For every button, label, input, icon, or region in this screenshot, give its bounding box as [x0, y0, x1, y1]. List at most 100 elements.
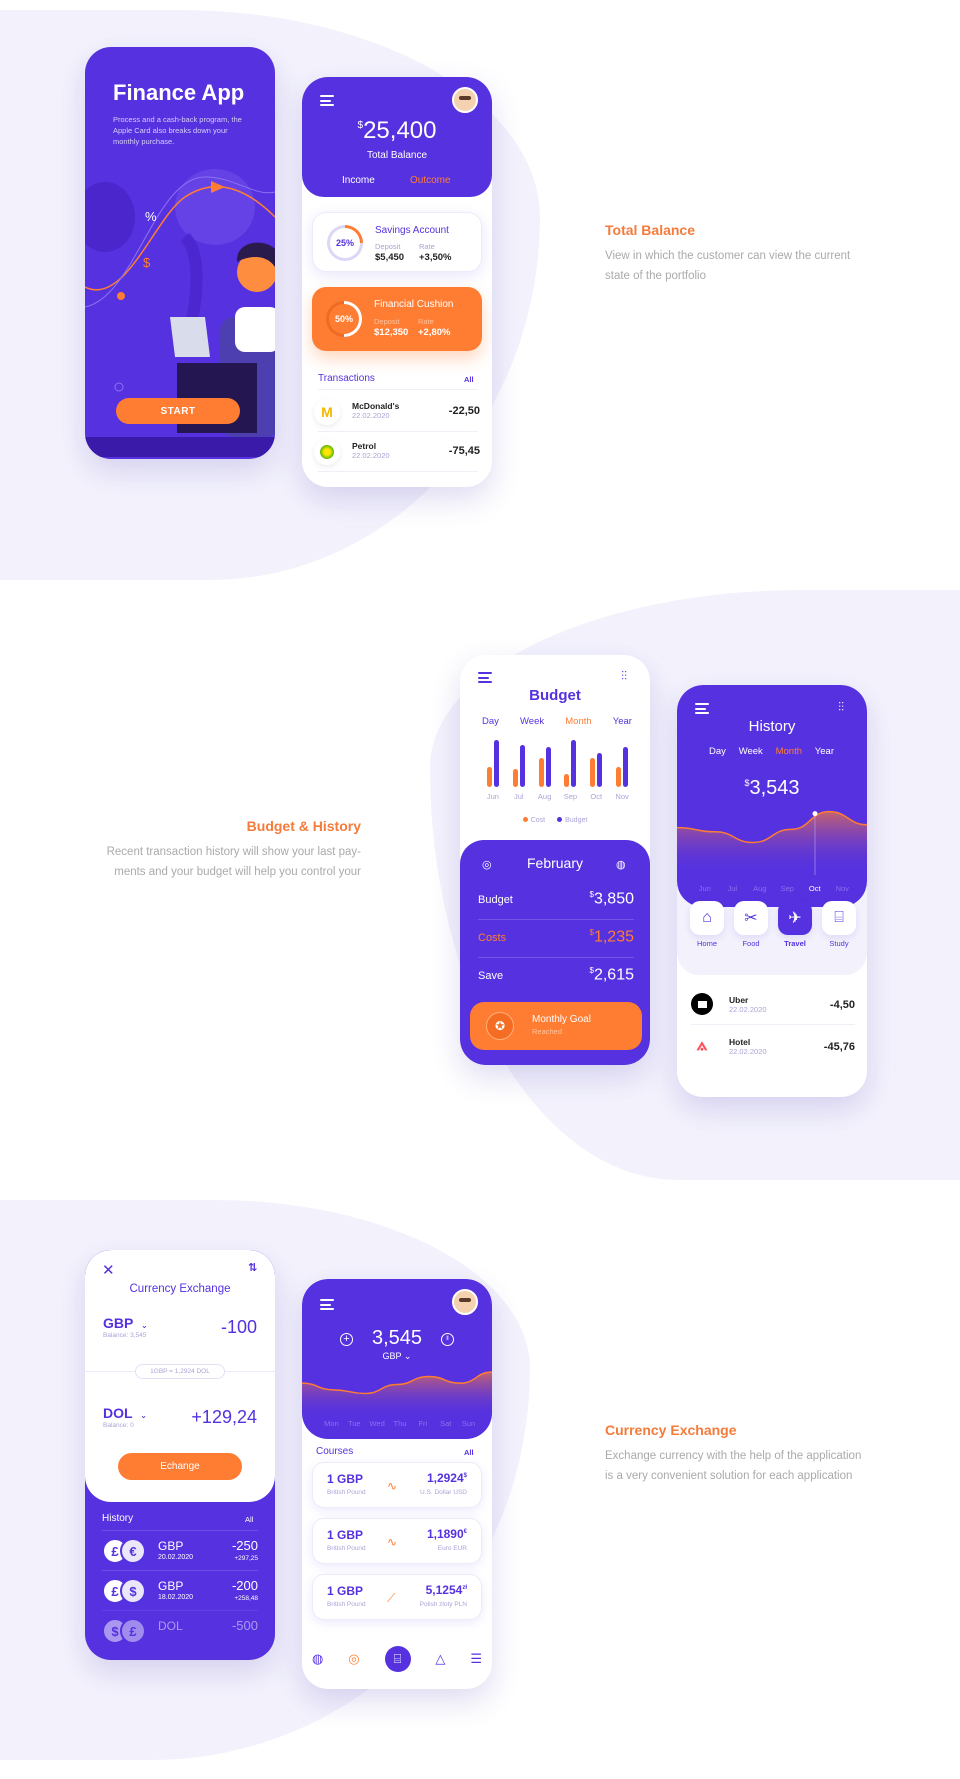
- courses-screen: + 3,545 GBP ⌄ ǁ Mon Tue Wed Thu Fri Sat Sun Co…: [302, 1279, 492, 1689]
- exchange-history-row[interactable]: £ $ GBP 18.02.2020 -200 +258,48: [102, 1570, 258, 1610]
- start-button[interactable]: START: [116, 398, 240, 424]
- description-line: View in which the customer can view the …: [605, 250, 851, 262]
- to-balance: Balance: 0: [103, 1422, 134, 1429]
- airbnb-logo-icon: ⟑: [696, 1033, 708, 1054]
- tab-month[interactable]: Month: [565, 716, 591, 727]
- summary-row-budget: Budget $3,850: [478, 886, 634, 920]
- currency-exchange-description: Exchange currency with the help of the a…: [605, 1446, 861, 1486]
- financial-cushion-card[interactable]: 50% Financial Cushion Deposit $12,350 Ra…: [312, 287, 482, 351]
- bar-budget-nov: [623, 746, 629, 787]
- chevron-down-icon: ⌄: [140, 1321, 148, 1330]
- menu-icon[interactable]: [320, 1299, 334, 1310]
- exchange-button[interactable]: Echange: [118, 1453, 242, 1480]
- to-currency-select[interactable]: DOL ⌄: [103, 1405, 147, 1421]
- description-line: state of the portfolio: [605, 270, 707, 282]
- x-tick-label: Sat: [440, 1419, 452, 1428]
- tab-income[interactable]: Income: [342, 175, 375, 186]
- x-tick-label: Thu: [393, 1419, 407, 1428]
- tab-week[interactable]: Week: [520, 716, 544, 727]
- avatar[interactable]: [452, 87, 478, 113]
- bank-icon[interactable]: ⌸: [384, 1646, 411, 1672]
- gbp-area-chart: [302, 1371, 492, 1419]
- tab-year[interactable]: Year: [613, 716, 632, 727]
- rate-value: +3,50%: [419, 252, 452, 263]
- filter-icon[interactable]: ⫶⫶: [621, 669, 627, 684]
- category-home[interactable]: ⌂ Home: [687, 901, 727, 975]
- tab-year[interactable]: Year: [815, 746, 834, 757]
- transactions-all-link[interactable]: All: [464, 375, 474, 384]
- currency-coin-to: $: [120, 1578, 146, 1604]
- exchange-rate-badge: 1GBP = 1,2924 DOL: [135, 1364, 225, 1379]
- transaction-row[interactable]: Petrol 22.02.2020 -75,45: [314, 433, 480, 471]
- history-converted: +258,48: [234, 1595, 258, 1602]
- close-icon[interactable]: ✕: [102, 1261, 115, 1279]
- bp-logo-icon: [314, 439, 340, 465]
- exchange-history-row[interactable]: $ £ DOL -500: [102, 1610, 258, 1650]
- x-tick-label: Oct: [808, 884, 821, 893]
- category-label: Home: [696, 939, 717, 948]
- pyramid-icon[interactable]: △: [435, 1651, 445, 1667]
- deposit-value: $5,450: [375, 252, 405, 263]
- savings-account-card[interactable]: 25% Savings Account Deposit $5,450 Rate …: [312, 212, 482, 272]
- transaction-date: 22.02.2020: [352, 411, 390, 420]
- avatar[interactable]: [452, 1289, 478, 1315]
- deposit-label: Deposit: [374, 317, 400, 326]
- onboarding-description: Process and a cash-back program, the App…: [113, 115, 242, 146]
- tab-week[interactable]: Week: [739, 746, 763, 757]
- history-title: History: [748, 718, 796, 735]
- x-tick-label: Fri: [418, 1419, 428, 1428]
- sliders-icon[interactable]: ☰: [470, 1651, 482, 1667]
- transaction-row[interactable]: ⟑ Hotel 22.02.2020 -45,76: [691, 1025, 855, 1065]
- exchange-history-row[interactable]: £ € GBP 20.02.2020 -250 +297,25: [102, 1530, 258, 1570]
- transaction-amount: -45,76: [823, 1041, 855, 1053]
- tab-month[interactable]: Month: [776, 746, 802, 757]
- globe-icon[interactable]: ◍: [616, 858, 626, 871]
- mcdonalds-logo-icon: M: [314, 399, 340, 425]
- menu-icon[interactable]: [320, 95, 334, 106]
- total-balance-description: View in which the customer can view the …: [605, 246, 850, 286]
- tab-day[interactable]: Day: [709, 746, 726, 757]
- row-label: Save: [478, 970, 504, 982]
- pause-icon[interactable]: ǁ: [441, 1333, 454, 1346]
- tab-day[interactable]: Day: [482, 716, 499, 727]
- bar-budget-jun: [493, 740, 499, 787]
- from-amount[interactable]: -100: [221, 1317, 257, 1338]
- deposit-label: Deposit: [375, 242, 401, 251]
- course-base: 1 GBP: [327, 1584, 364, 1598]
- globe-icon[interactable]: ◍: [312, 1651, 323, 1667]
- category-study[interactable]: ⌸ Study: [819, 901, 859, 975]
- course-card[interactable]: 1 GBP British Pound ⟋ 5,1254zł Polish zloty …: [312, 1574, 482, 1620]
- uber-logo-icon: [691, 993, 713, 1015]
- menu-icon[interactable]: [478, 672, 492, 683]
- courses-all-link[interactable]: All: [464, 1448, 474, 1457]
- category-label: Food: [742, 939, 760, 948]
- medal-icon: ✪: [486, 1012, 514, 1040]
- course-card[interactable]: 1 GBP British Pound ∿ 1,2924$ U.S. Dollar US…: [312, 1462, 482, 1508]
- tab-outcome[interactable]: Outcome: [410, 175, 451, 186]
- history-screen: ⫶⫶ History Day Week Month Year $3,543 Ju…: [677, 685, 867, 1097]
- onboarding-title: Finance App: [113, 80, 245, 105]
- plane-icon: ✈: [778, 901, 812, 935]
- transaction-name: Petrol: [352, 441, 377, 451]
- coins-icon[interactable]: ◎: [348, 1651, 359, 1667]
- trend-icon: ∿: [387, 1479, 398, 1493]
- total-balance-heading: Total Balance: [605, 222, 695, 238]
- history-date: 20.02.2020: [158, 1554, 194, 1561]
- area-fill: [677, 811, 867, 875]
- to-amount[interactable]: +129,24: [191, 1407, 257, 1428]
- transaction-row[interactable]: M McDonald's 22.02.2020 -22,50: [314, 393, 480, 431]
- category-travel[interactable]: ✈ Travel: [775, 901, 815, 975]
- highlight-point[interactable]: [812, 811, 818, 817]
- transaction-row[interactable]: Uber 22.02.2020 -4,50: [691, 985, 855, 1025]
- course-card[interactable]: 1 GBP British Pound ∿ 1,1890€ Euro EUR: [312, 1518, 482, 1564]
- account-name: Financial Cushion: [374, 299, 454, 310]
- monthly-goal-banner[interactable]: ✪ Monthly Goal Reached: [470, 1002, 642, 1050]
- budget-bar-chart: [480, 740, 635, 787]
- from-currency-select[interactable]: GBP ⌄: [103, 1315, 148, 1331]
- history-all-link[interactable]: All: [245, 1515, 253, 1524]
- swap-icon[interactable]: ⇅: [248, 1261, 257, 1274]
- menu-icon[interactable]: [695, 703, 709, 714]
- filter-icon[interactable]: ⫶⫶: [838, 700, 844, 715]
- category-food[interactable]: ✂ Food: [731, 901, 771, 975]
- history-converted: +297,25: [234, 1555, 258, 1562]
